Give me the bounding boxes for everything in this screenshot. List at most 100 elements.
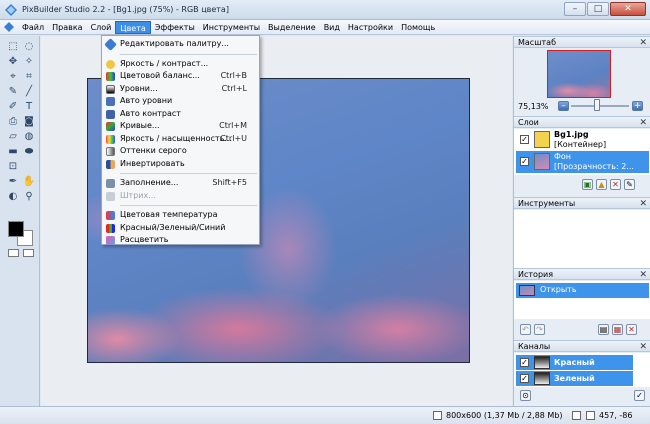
layer-row[interactable]: ✓ Bg1.jpg [Контейнер] [516,129,649,151]
menu-item-fill[interactable]: Заполнение... Shift+F5 [102,177,259,190]
menu-item-brightness-contrast[interactable]: Яркость / контраст... [102,58,259,71]
lasso-icon[interactable]: ◌ [22,40,36,53]
layer-row[interactable]: ✓ Фон [Прозрачность: 2... [516,151,649,173]
layers-toolbar: ▣ ▲ ✕ ✎ [582,179,635,190]
zoom-in-button[interactable]: + [632,101,643,111]
menu-item-color-balance[interactable]: Цветовой баланс... Ctrl+B [102,70,259,83]
layer-visibility-checkbox[interactable]: ✓ [520,157,529,166]
layer-thumbnail [534,153,550,170]
menu-edit[interactable]: Правка [48,21,86,34]
menu-item-edit-palette[interactable]: Редактировать палитру... [102,38,259,51]
rect-select-icon[interactable]: ⬚ [6,40,20,53]
history-item[interactable]: Открыть [516,283,649,298]
foreground-color-swatch[interactable] [8,221,24,237]
menu-layer[interactable]: Слой [87,21,116,34]
poly-lasso-icon[interactable]: ⌖ [6,70,20,83]
menu-effects[interactable]: Эффекты [151,21,199,34]
maximize-button[interactable]: □ [587,2,609,16]
default-colors-icon[interactable] [8,249,19,257]
close-icon[interactable]: ✕ [639,117,647,129]
line-icon[interactable]: ╱ [22,85,36,98]
channel-checkbox[interactable]: ✓ [520,358,529,367]
empty-slot-icon [22,160,36,173]
menu-item-auto-contrast[interactable]: Авто контраст [102,108,259,121]
eraser-icon[interactable]: ▱ [6,130,20,143]
menu-item-color-temperature[interactable]: Цветовая температура [102,209,259,222]
fill-bucket-icon [106,179,115,188]
new-document-icon[interactable]: ▤ [598,324,609,335]
layer-opacity: [Прозрачность: 2... [554,162,634,171]
channel-row[interactable]: ✓ Красный [516,355,633,370]
image-info: 800x600 (1,37 Mb / 2,88 Mb) [446,411,563,420]
magic-wand-icon[interactable]: ✧ [22,55,36,68]
app-menu-icon[interactable] [4,22,14,32]
menu-item-colorize[interactable]: Расцветить [102,234,259,247]
menu-item-grayscale[interactable]: Оттенки серого [102,145,259,158]
layer-visibility-checkbox[interactable]: ✓ [520,135,529,144]
menu-selection[interactable]: Выделение [264,21,320,34]
crop-icon[interactable]: ⌗ [22,70,36,83]
close-icon[interactable]: ✕ [639,198,647,210]
channel-row[interactable]: ✓ Зеленый [516,371,633,386]
menu-item-invert[interactable]: Инвертировать [102,158,259,171]
title-bar: PixBuilder Studio 2.2 - [Bg1.jpg (75%) -… [0,0,650,20]
transform-icon[interactable]: ⊡ [6,160,20,173]
fill-icon[interactable]: ◙ [22,115,36,128]
rect-shape-icon[interactable]: ▬ [6,145,20,158]
smudge-icon[interactable]: ✋ [22,175,36,188]
swap-colors-icon[interactable] [23,249,34,257]
minimize-button[interactable]: – [564,2,586,16]
hue-saturation-icon [106,134,115,144]
delete-layer-icon[interactable]: ✕ [610,179,621,190]
zoom-icon[interactable]: ⚲ [22,190,36,203]
menu-view[interactable]: Вид [320,21,344,34]
zoom-slider-track[interactable] [571,105,629,107]
menu-item-hue-saturation[interactable]: Яркость / насыщенность... Ctrl+U [102,133,259,146]
delete-history-icon[interactable]: ✕ [626,324,637,335]
navigator-thumbnail[interactable] [547,50,611,98]
channels-toolbar: ⊙ [520,390,531,401]
menu-help[interactable]: Помощь [397,21,439,34]
dropdown-icon[interactable] [572,411,581,420]
undo-icon[interactable]: ↶ [520,324,531,335]
menu-tools[interactable]: Инструменты [199,21,264,34]
zoom-out-button[interactable]: – [558,101,569,111]
clone-stamp-icon[interactable]: ⎙ [6,115,20,128]
ellipse-shape-icon[interactable]: ⬬ [22,145,36,158]
layer-properties-icon[interactable]: ✎ [624,179,635,190]
eyedropper-icon[interactable]: ✒ [6,175,20,188]
redo-icon[interactable]: ↷ [534,324,545,335]
menu-item-curves[interactable]: Кривые... Ctrl+M [102,120,259,133]
close-icon[interactable]: ✕ [639,341,647,353]
channel-thumbnail [534,356,550,369]
close-icon[interactable]: ✕ [639,269,647,281]
menu-colors[interactable]: Цвета [115,20,151,34]
snapshot-icon[interactable]: ▦ [612,324,623,335]
menu-file[interactable]: Файл [18,21,48,34]
layer-up-icon[interactable]: ▲ [596,179,607,190]
text-icon[interactable]: T [22,100,36,113]
menu-item-auto-levels[interactable]: Авто уровни [102,95,259,108]
brush-icon[interactable]: ✐ [6,100,20,113]
gradient-icon[interactable]: ◐ [6,190,20,203]
channel-checkbox[interactable]: ✓ [520,374,529,383]
channel-apply-icon[interactable]: ✓ [634,390,645,401]
channel-thumbnail [534,372,550,385]
channel-options-icon[interactable]: ⊙ [520,390,531,401]
pencil-icon[interactable]: ✎ [6,85,20,98]
new-layer-icon[interactable]: ▣ [582,179,593,190]
status-bar: 800x600 (1,37 Mb / 2,88 Mb) 457, -86 [0,406,650,424]
curves-icon [106,122,115,131]
history-undo-toolbar: ↶ ↷ [520,324,545,335]
cursor-coordinates: 457, -86 [599,411,633,420]
blur-icon[interactable]: ◍ [22,130,36,143]
menu-item-rgb[interactable]: Красный/Зеленый/Синий [102,222,259,235]
folder-icon [534,131,550,148]
close-button[interactable]: ✕ [610,2,646,16]
move-icon[interactable]: ✥ [6,55,20,68]
menu-settings[interactable]: Настройки [344,21,397,34]
close-icon[interactable]: ✕ [639,37,647,49]
history-toolbar: ▤ ▦ ✕ [598,324,637,335]
menu-item-levels[interactable]: Уровни... Ctrl+L [102,83,259,96]
zoom-slider-handle[interactable] [594,99,600,111]
